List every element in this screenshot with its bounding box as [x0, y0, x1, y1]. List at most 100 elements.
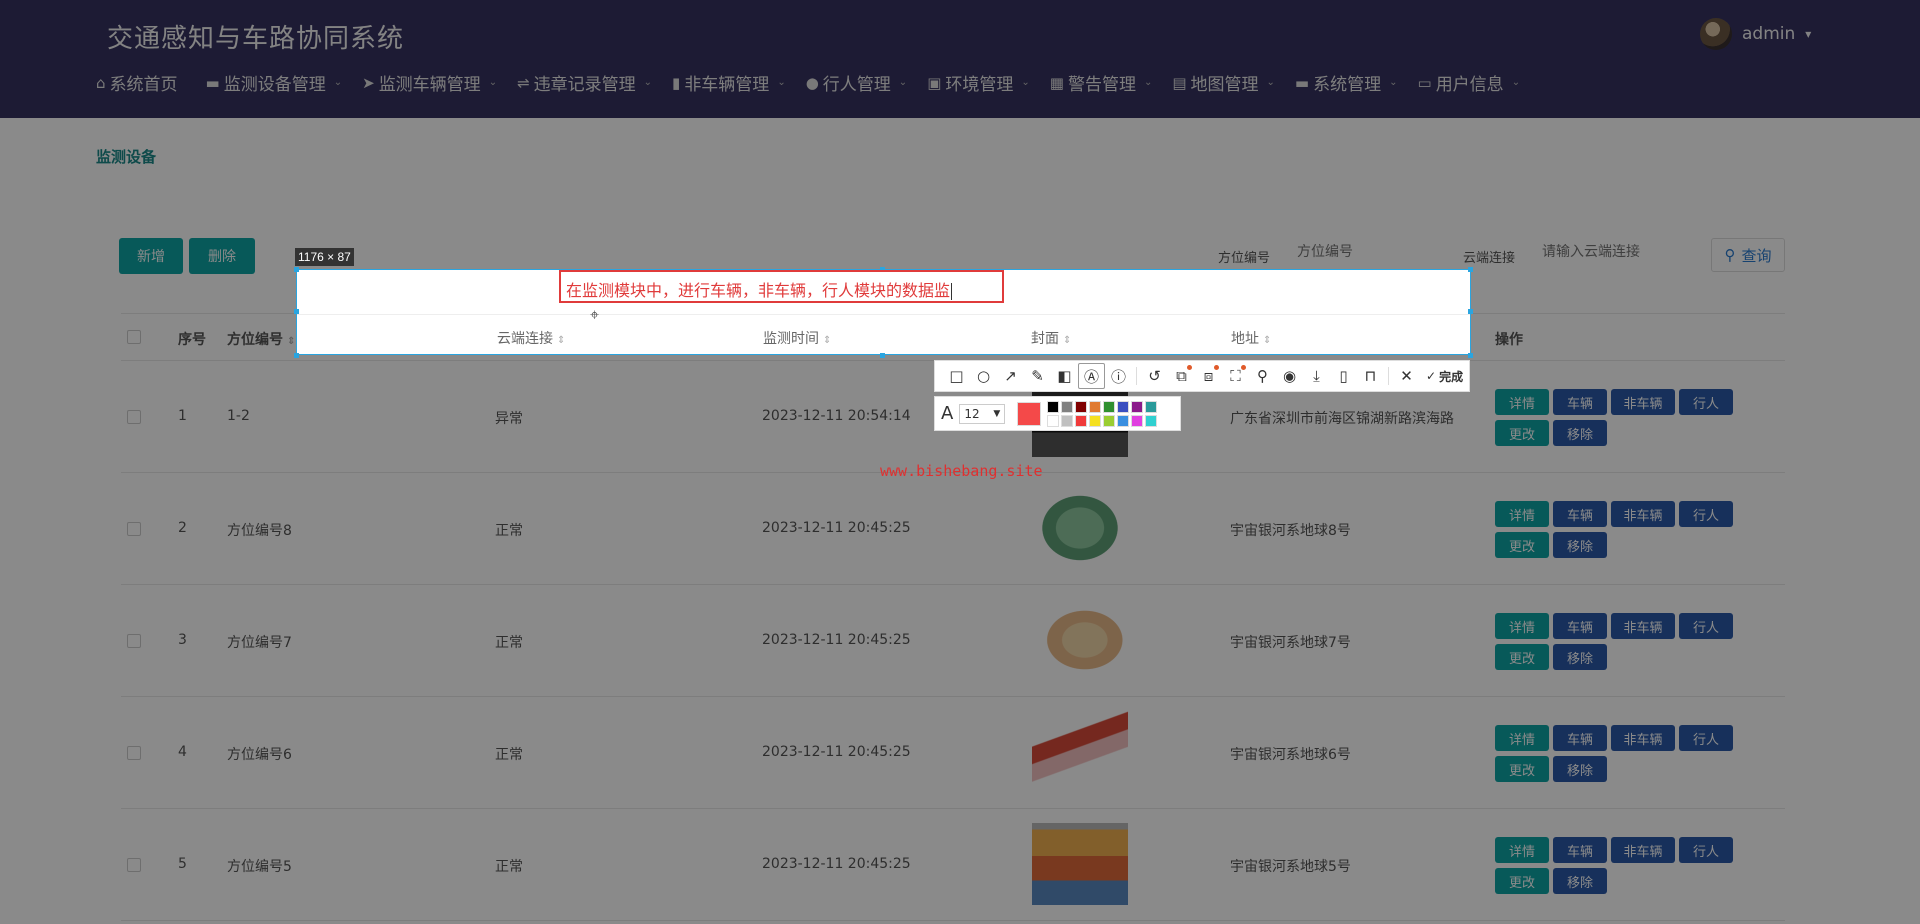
annotation-text-input[interactable]: 在监测模块中，进行车辆，非车辆，行人模块的数据监	[559, 270, 1004, 303]
nav-item-5[interactable]: ● 行人管理 ⌄	[806, 70, 907, 96]
position-filter-input[interactable]	[1297, 244, 1447, 260]
color-swatch[interactable]	[1103, 414, 1116, 427]
select-all-checkbox[interactable]	[127, 330, 141, 344]
serial-number-tool-icon[interactable]: ⓘ	[1105, 363, 1132, 389]
color-swatch[interactable]	[1145, 400, 1158, 413]
resize-handle[interactable]	[294, 267, 299, 272]
current-color-swatch[interactable]	[1017, 401, 1042, 426]
color-swatch[interactable]	[1061, 414, 1074, 427]
avatar[interactable]	[1700, 18, 1732, 50]
user-menu[interactable]: admin ▾	[1700, 18, 1811, 50]
resize-handle[interactable]	[1468, 309, 1473, 314]
resize-handle[interactable]	[1468, 267, 1473, 272]
sort-icon[interactable]: ⇕	[287, 336, 295, 347]
non-vehicle-button[interactable]: 非车辆	[1611, 389, 1675, 415]
color-swatch[interactable]	[1075, 400, 1088, 413]
arrow-tool-icon[interactable]: ↗	[997, 363, 1024, 389]
row-checkbox[interactable]	[127, 522, 141, 536]
resize-handle[interactable]	[880, 353, 885, 358]
font-size-select[interactable]: 12 ▼	[959, 403, 1006, 424]
edit-button[interactable]: 更改	[1495, 868, 1549, 894]
detail-button[interactable]: 详情	[1495, 725, 1549, 751]
bookmark-icon[interactable]: ⊓	[1357, 363, 1384, 389]
non-vehicle-button[interactable]: 非车辆	[1611, 501, 1675, 527]
color-swatch[interactable]	[1103, 400, 1116, 413]
detail-button[interactable]: 详情	[1495, 389, 1549, 415]
edit-button[interactable]: 更改	[1495, 756, 1549, 782]
cover-thumbnail[interactable]	[1032, 487, 1128, 569]
nav-item-7[interactable]: ▦ 警告管理 ⌄	[1050, 70, 1153, 96]
record-icon[interactable]: ◉	[1276, 363, 1303, 389]
detail-button[interactable]: 详情	[1495, 837, 1549, 863]
ellipse-tool-icon[interactable]: ○	[970, 363, 997, 389]
remove-button[interactable]: 移除	[1553, 756, 1607, 782]
pedestrian-button[interactable]: 行人	[1679, 837, 1733, 863]
scan-tool-icon[interactable]: ⛶	[1222, 363, 1249, 389]
ocr-tool-icon[interactable]: ⧉	[1168, 363, 1195, 389]
non-vehicle-button[interactable]: 非车辆	[1611, 613, 1675, 639]
nav-item-6[interactable]: ▣ 环境管理 ⌄	[927, 70, 1030, 96]
edit-button[interactable]: 更改	[1495, 532, 1549, 558]
cancel-icon[interactable]: ✕	[1393, 363, 1420, 389]
phone-icon[interactable]: ▯	[1330, 363, 1357, 389]
color-swatch[interactable]	[1047, 414, 1060, 427]
vehicle-button[interactable]: 车辆	[1553, 837, 1607, 863]
color-swatch[interactable]	[1047, 400, 1060, 413]
detail-button[interactable]: 详情	[1495, 501, 1549, 527]
detail-button[interactable]: 详情	[1495, 613, 1549, 639]
non-vehicle-button[interactable]: 非车辆	[1611, 837, 1675, 863]
nav-item-8[interactable]: ▤ 地图管理 ⌄	[1172, 70, 1275, 96]
undo-icon[interactable]: ↺	[1141, 363, 1168, 389]
color-swatch[interactable]	[1117, 400, 1130, 413]
row-checkbox[interactable]	[127, 634, 141, 648]
pedestrian-button[interactable]: 行人	[1679, 389, 1733, 415]
vehicle-button[interactable]: 车辆	[1553, 501, 1607, 527]
color-swatch[interactable]	[1131, 400, 1144, 413]
resize-handle[interactable]	[294, 353, 299, 358]
cloud-filter-input[interactable]	[1542, 244, 1692, 260]
nav-item-10[interactable]: ▭ 用户信息 ⌄	[1418, 70, 1521, 96]
nav-item-1[interactable]: ▬ 监测设备管理 ⌄	[206, 70, 343, 96]
translate-tool-icon[interactable]: ⧈	[1195, 363, 1222, 389]
cover-thumbnail[interactable]	[1032, 823, 1128, 905]
resize-handle[interactable]	[1468, 353, 1473, 358]
text-tool-icon[interactable]: Ⓐ	[1078, 363, 1105, 389]
vehicle-button[interactable]: 车辆	[1553, 389, 1607, 415]
mosaic-tool-icon[interactable]: ◧	[1051, 363, 1078, 389]
nav-item-4[interactable]: ▮ 非车辆管理 ⌄	[672, 70, 786, 96]
color-swatch[interactable]	[1145, 414, 1158, 427]
remove-button[interactable]: 移除	[1553, 420, 1607, 446]
nav-item-0[interactable]: ⌂ 系统首页	[96, 70, 186, 96]
color-swatch[interactable]	[1089, 400, 1102, 413]
rectangle-tool-icon[interactable]: □	[943, 363, 970, 389]
pen-tool-icon[interactable]: ✎	[1024, 363, 1051, 389]
remove-button[interactable]: 移除	[1553, 644, 1607, 670]
nav-item-9[interactable]: ▬ 系统管理 ⌄	[1295, 70, 1398, 96]
vehicle-button[interactable]: 车辆	[1553, 725, 1607, 751]
resize-handle[interactable]	[294, 309, 299, 314]
edit-button[interactable]: 更改	[1495, 420, 1549, 446]
color-swatch[interactable]	[1131, 414, 1144, 427]
color-swatch[interactable]	[1061, 400, 1074, 413]
nav-item-3[interactable]: ⇌ 违章记录管理 ⌄	[517, 70, 652, 96]
breadcrumb[interactable]: 监测设备	[96, 146, 156, 167]
pedestrian-button[interactable]: 行人	[1679, 501, 1733, 527]
cover-thumbnail[interactable]	[1032, 711, 1128, 793]
download-icon[interactable]: ⤓	[1303, 363, 1330, 389]
pedestrian-button[interactable]: 行人	[1679, 613, 1733, 639]
nav-item-2[interactable]: ➤ 监测车辆管理 ⌄	[362, 70, 497, 96]
done-button[interactable]: ✓ 完成	[1426, 368, 1463, 385]
row-checkbox[interactable]	[127, 858, 141, 872]
remove-button[interactable]: 移除	[1553, 868, 1607, 894]
color-swatch[interactable]	[1089, 414, 1102, 427]
edit-button[interactable]: 更改	[1495, 644, 1549, 670]
pedestrian-button[interactable]: 行人	[1679, 725, 1733, 751]
color-swatch[interactable]	[1075, 414, 1088, 427]
delete-button[interactable]: 删除	[189, 238, 255, 274]
pin-icon[interactable]: ⚲	[1249, 363, 1276, 389]
cover-thumbnail[interactable]	[1032, 599, 1128, 681]
remove-button[interactable]: 移除	[1553, 532, 1607, 558]
search-button[interactable]: ⚲ 查询	[1711, 238, 1785, 272]
color-swatch[interactable]	[1117, 414, 1130, 427]
add-button[interactable]: 新增	[119, 238, 183, 274]
